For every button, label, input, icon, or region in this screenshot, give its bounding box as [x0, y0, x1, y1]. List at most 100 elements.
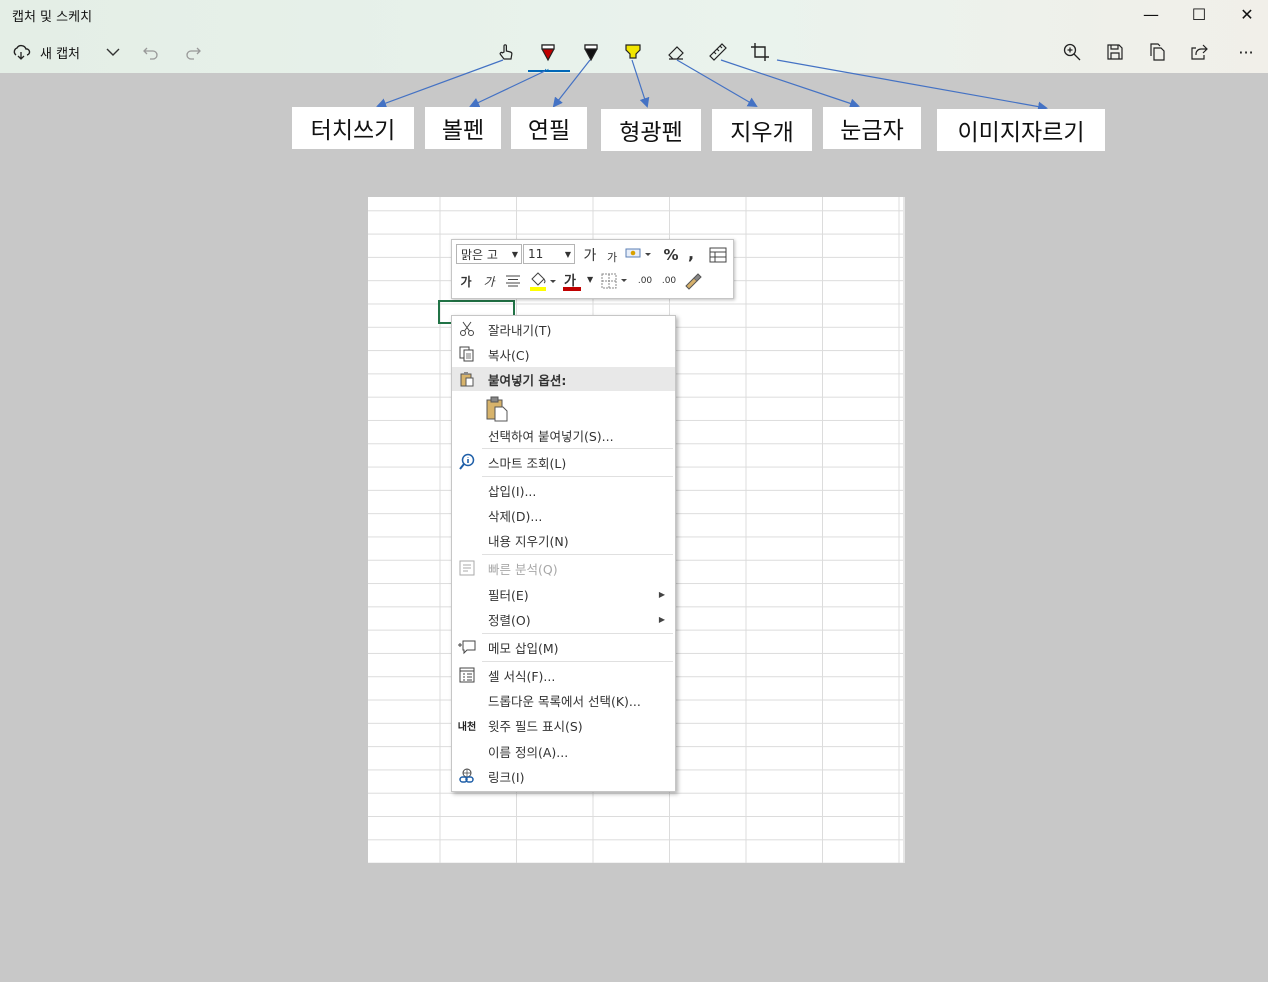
menu-separator: [482, 476, 673, 477]
format-table-button[interactable]: [707, 245, 729, 265]
label-image-crop: 이미지자르기: [937, 109, 1105, 151]
pencil-icon: [584, 44, 598, 62]
menu-label-insert-comment: 메모 삽입(M): [488, 640, 559, 656]
dropdown-arrow-icon: ▼: [587, 275, 594, 284]
highlighter-button[interactable]: [618, 37, 648, 67]
share-button[interactable]: [1184, 37, 1214, 67]
copy-icon: [1150, 43, 1165, 61]
decrease-decimal-button[interactable]: .00: [659, 272, 679, 290]
menu-item-clear-contents[interactable]: 내용 지우기(N): [452, 528, 675, 552]
menu-label-quick-analysis: 빠른 분석(Q): [488, 561, 558, 577]
menu-item-format-cells[interactable]: 셀 서식(F)...: [452, 663, 675, 687]
menu-item-insert[interactable]: 삽입(I)...: [452, 478, 675, 502]
menu-label-format-cells: 셀 서식(F)...: [488, 668, 556, 684]
save-button[interactable]: [1100, 37, 1130, 67]
crop-icon: [751, 43, 769, 61]
menu-item-pick-from-list[interactable]: 드롭다운 목록에서 선택(K)...: [452, 688, 675, 712]
borders-button[interactable]: [600, 272, 630, 290]
dropdown-arrow-icon: ▼: [511, 249, 518, 259]
menu-item-phonetic[interactable]: 내천 윗주 필드 표시(S): [452, 713, 675, 737]
font-name-dropdown[interactable]: 맑은 고 ▼: [456, 244, 522, 264]
paste-option-button[interactable]: [485, 396, 511, 422]
menu-separator: [482, 661, 673, 662]
label-ballpoint-pen: 볼펜: [425, 107, 501, 149]
percent-style-button[interactable]: %: [662, 246, 680, 264]
format-painter-button[interactable]: [683, 271, 703, 291]
menu-item-define-name[interactable]: 이름 정의(A)...: [452, 739, 675, 763]
pencil-button[interactable]: [576, 37, 606, 67]
ballpoint-pen-icon: [541, 44, 555, 62]
bold-button[interactable]: 가: [458, 272, 474, 290]
minimize-button[interactable]: —: [1128, 0, 1174, 28]
menu-label-copy: 복사(C): [488, 347, 530, 363]
new-capture-button[interactable]: 새 캡처: [12, 40, 80, 64]
clipboard-paste-icon: [486, 396, 508, 422]
redo-button[interactable]: [178, 37, 208, 67]
center-align-button[interactable]: [504, 272, 522, 290]
menu-item-delete[interactable]: 삭제(D)...: [452, 503, 675, 527]
scissors-icon: [457, 319, 477, 339]
submenu-arrow-icon: ▶: [658, 589, 665, 599]
menu-item-link[interactable]: 링크(I): [452, 764, 675, 788]
label-ruler: 눈금자: [823, 107, 921, 149]
copy-icon: [457, 344, 477, 364]
menu-item-insert-comment[interactable]: 메모 삽입(M): [452, 635, 675, 659]
new-capture-icon: [13, 44, 31, 60]
font-color-swatch: [563, 287, 581, 291]
font-size-value: 11: [528, 247, 544, 261]
eraser-button[interactable]: [661, 37, 691, 67]
ruler-icon: [709, 43, 727, 61]
borders-icon: [601, 273, 627, 289]
font-color-button[interactable]: 가 ▼: [562, 270, 596, 292]
menu-item-filter[interactable]: 필터(E) ▶: [452, 582, 675, 606]
label-pencil: 연필: [511, 107, 587, 149]
app-toolbar: 캡처 및 스케치 — ☐ ✕ 새 캡처 ⌄ ···: [0, 0, 1268, 74]
undo-button[interactable]: [136, 37, 166, 67]
align-center-icon: [506, 275, 520, 287]
font-name-value: 맑은 고: [461, 247, 498, 262]
copy-button[interactable]: [1142, 37, 1172, 67]
comma-style-button[interactable]: ,: [684, 244, 698, 263]
zoom-button[interactable]: [1057, 37, 1087, 67]
menu-separator: [482, 448, 673, 449]
redo-icon: [186, 47, 201, 60]
grow-font-button[interactable]: 가: [580, 246, 600, 264]
arrow-ballpoint: [469, 70, 546, 108]
submenu-arrow-icon: ▶: [658, 614, 665, 624]
ballpoint-pen-button[interactable]: [533, 37, 563, 67]
maximize-icon: ☐: [1191, 4, 1207, 24]
crop-button[interactable]: [745, 37, 775, 67]
accounting-format-button[interactable]: [624, 245, 654, 263]
menu-item-sort[interactable]: 정렬(O) ▶: [452, 607, 675, 631]
touch-writing-button[interactable]: [491, 37, 521, 67]
increase-decimal-button[interactable]: .00: [635, 272, 655, 290]
menu-item-copy[interactable]: 복사(C): [452, 342, 675, 366]
decrease-decimal-icon: .00: [661, 276, 677, 286]
menu-label-sort: 정렬(O): [488, 612, 531, 628]
label-touch-writing: 터치쓰기: [292, 107, 414, 149]
menu-item-smart-lookup[interactable]: 스마트 조회(L): [452, 450, 675, 474]
capture-mode-dropdown[interactable]: [98, 37, 128, 67]
app-title: 캡처 및 스케치: [12, 10, 93, 25]
selected-tool-indicator: [528, 70, 570, 72]
shrink-font-button[interactable]: 가: [602, 248, 622, 266]
menu-item-cut[interactable]: 잘라내기(T): [452, 317, 675, 341]
menu-label-pick-from-list: 드롭다운 목록에서 선택(K)...: [488, 693, 641, 709]
menu-item-paste-special[interactable]: 선택하여 붙여넣기(S)...: [452, 423, 675, 447]
undo-icon: [143, 47, 158, 60]
smart-lookup-icon: [457, 452, 477, 472]
menu-separator: [482, 554, 673, 555]
ruler-button[interactable]: [703, 37, 733, 67]
fill-color-button[interactable]: [528, 270, 558, 292]
maximize-button[interactable]: ☐: [1176, 0, 1222, 28]
font-size-dropdown[interactable]: 11 ▼: [523, 244, 575, 264]
context-menu: 잘라내기(T) 복사(C) 붙여넣기 옵션: 선택하여 붙여넣기(S)... 스…: [451, 315, 676, 792]
touch-hand-icon: [499, 44, 513, 60]
new-capture-label: 새 캡처: [40, 46, 81, 62]
chevron-down-icon[interactable]: ⌄: [543, 64, 551, 74]
italic-button[interactable]: 가: [481, 272, 497, 290]
more-options-button[interactable]: ···: [1231, 37, 1261, 67]
close-button[interactable]: ✕: [1224, 0, 1268, 28]
menu-item-quick-analysis: 빠른 분석(Q): [452, 556, 675, 580]
eraser-icon: [668, 46, 684, 60]
